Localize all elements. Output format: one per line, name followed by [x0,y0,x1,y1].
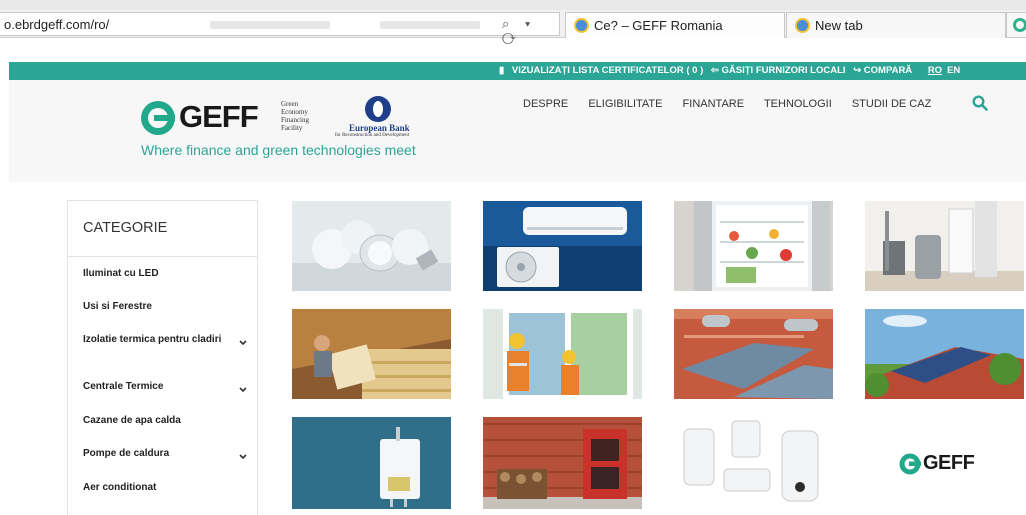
address-url[interactable]: o.ebrdgeff.com/ro/ [4,17,109,32]
site-header: GEFF Green Economy Financing Facility Eu… [9,80,1026,182]
sidebar-item-izolatie-termica[interactable]: Izolatie termica pentru cladiri [83,333,223,347]
sidebar-item-centrale-termice[interactable]: Centrale Termice [83,380,233,394]
tile-led-bulbs[interactable] [292,201,451,291]
sidebar-item-iluminat-led[interactable]: Iluminat cu LED [83,267,233,281]
ebrd-name: European Bank [349,123,410,133]
search-icon[interactable] [972,95,988,111]
tile-windows[interactable] [483,309,642,399]
tab-geff[interactable] [1006,12,1026,38]
tile-air-conditioner[interactable] [483,201,642,291]
nav-tehnologii[interactable]: TEHNOLOGII [764,98,832,110]
tile-refrigerator[interactable] [674,201,833,291]
ebrd-subtitle: for Reconstruction and Development [335,133,410,138]
tab-label: Ce? – GEFF Romania [594,18,723,33]
tile-solar-pv[interactable] [865,309,1024,399]
main-nav: DESPRE ELIGIBILITATE FINANTARE TEHNOLOGI… [523,98,948,110]
logo-subtitle: Green Economy Financing Facility [281,100,309,132]
compare-link[interactable]: ↪ COMPARĂ [853,65,912,76]
sidebar-title: CATEGORIE [83,220,168,236]
tile-heat-pump[interactable] [865,201,1024,291]
tab-geff-romania[interactable]: Ce? – GEFF Romania [565,12,785,38]
window-titlebar [0,0,1026,10]
ebrd-logo-icon [365,96,391,122]
geff-logo[interactable]: GEFF [141,99,261,139]
category-sidebar: CATEGORIE Iluminat cu LED Usi si Ferestr… [67,200,258,515]
divider [68,256,257,257]
top-utility-bar: ▮ VIZUALIZAȚI LISTA CERTIFICATELOR ( 0 )… [9,62,1026,80]
nav-despre[interactable]: DESPRE [523,98,568,110]
suppliers-link[interactable]: ⇦ GĂSIȚI FURNIZORI LOCALI [711,65,846,76]
address-actions-icon[interactable]: ⌕ ▾ ⟳ [502,16,559,48]
sidebar-item-usi-ferestre[interactable]: Usi si Ferestre [83,300,233,314]
chevron-down-icon[interactable] [238,384,248,394]
nav-eligibilitate[interactable]: ELIGIBILITATE [588,98,662,110]
chevron-down-icon[interactable] [238,451,248,461]
logo-text: GEFF [179,99,259,134]
chevron-down-icon[interactable] [238,337,248,347]
ebrd-logo[interactable]: European Bank for Reconstruction and Dev… [335,96,435,140]
browser-toolbar: o.ebrdgeff.com/ro/ ⌕ ▾ ⟳ Ce? – GEFF Roma… [0,10,1026,47]
blurred-region [210,21,330,29]
nav-studii-de-caz[interactable]: STUDII DE CAZ [852,98,931,110]
certificates-link[interactable]: VIZUALIZAȚI LISTA CERTIFICATELOR ( 0 ) [512,65,703,76]
address-bar[interactable]: o.ebrdgeff.com/ro/ ⌕ ▾ ⟳ [0,12,560,47]
tile-gas-boiler[interactable] [292,417,451,509]
geff-logo-icon [899,453,921,475]
sidebar-item-pompe-caldura[interactable]: Pompe de caldura [83,447,233,461]
geff-favicon-icon [1013,18,1026,32]
tile-geff-logo[interactable]: GEFF [865,417,1024,509]
document-icon: ▮ [499,65,505,76]
tab-new[interactable]: New tab [786,12,1006,38]
tab-label: New tab [815,18,863,33]
ie-icon [574,18,589,33]
geff-tile-text: GEFF [923,452,975,474]
lang-en-link[interactable]: EN [947,65,960,76]
blurred-region [380,21,480,29]
tagline: Where finance and green technologies mee… [141,142,416,158]
nav-finantare[interactable]: FINANTARE [683,98,745,110]
sidebar-item-aer-conditionat[interactable]: Aer conditionat [83,481,233,495]
tile-water-heaters[interactable] [674,417,833,509]
tile-insulation[interactable] [292,309,451,399]
sidebar-item-cazane-apa-calda[interactable]: Cazane de apa calda [83,414,233,428]
geff-logo-icon [141,101,175,135]
tile-wood-stove[interactable] [483,417,642,509]
ie-icon [795,18,810,33]
tile-solar-thermal[interactable] [674,309,833,399]
lang-ro-link[interactable]: RO [928,65,942,76]
